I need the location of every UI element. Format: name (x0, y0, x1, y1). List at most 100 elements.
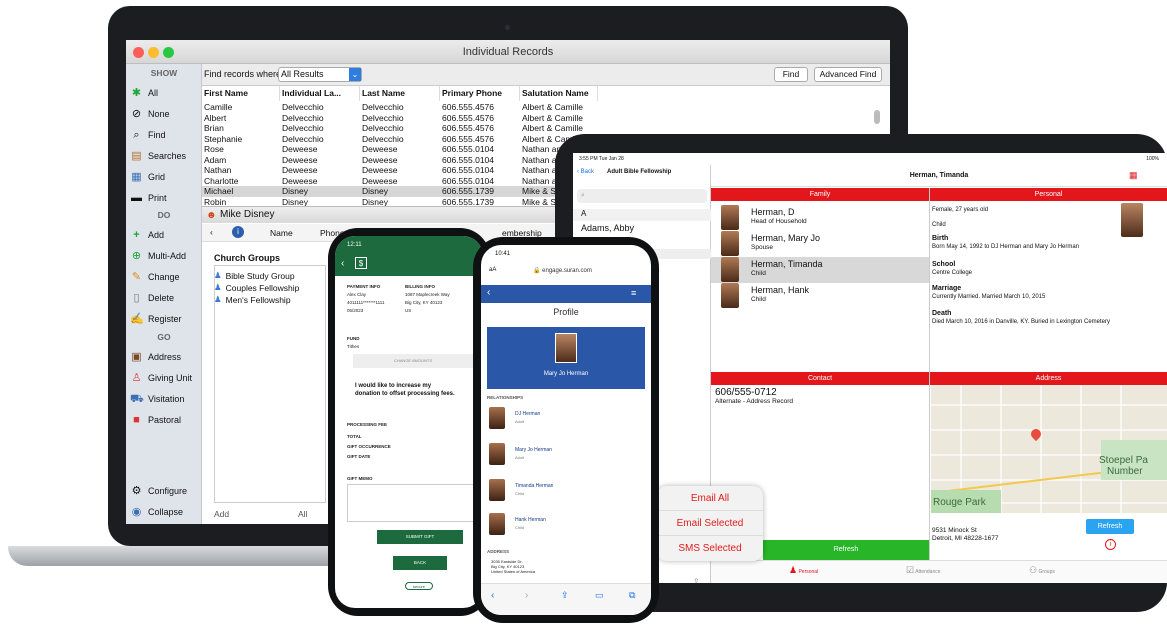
family-member[interactable]: Herman, Hank Child (713, 283, 928, 309)
status-time: 12:11 (347, 242, 362, 248)
grid-menu-icon[interactable]: ▦ (1129, 170, 1139, 180)
sidebar-item-print[interactable]: ▬ Print (130, 189, 202, 207)
sms-selected-button[interactable]: SMS Selected (657, 536, 763, 561)
column-header[interactable]: First Name (202, 86, 280, 101)
contact-phone[interactable]: 606/555-0712 (715, 387, 777, 398)
billing-country: US (405, 308, 412, 313)
sidebar-item-change[interactable]: ✎ Change (130, 268, 202, 286)
chevron-left-icon[interactable]: ‹ (210, 227, 213, 237)
back-arrow-icon[interactable]: ‹ (491, 590, 494, 601)
print-icon: ▬ (131, 191, 142, 204)
sidebar-item-multi-add[interactable]: ⊕ Multi-Add (130, 247, 202, 265)
relation-name[interactable]: Timanda Herman (515, 483, 553, 489)
bookmarks-icon[interactable]: ▭ (595, 590, 604, 601)
all-button[interactable]: All (298, 509, 307, 519)
back-button[interactable]: BACK (393, 556, 447, 570)
sidebar-item-address[interactable]: ▣ Address (130, 348, 202, 366)
sidebar-item-configure[interactable]: ⚙ Configure (130, 482, 202, 500)
info-icon[interactable]: i (1105, 539, 1116, 550)
submit-gift-button[interactable]: SUBMIT GIFT (377, 530, 463, 544)
change-amounts-button[interactable]: CHANGE AMOUNTS (353, 354, 473, 368)
sidebar-item-pastoral[interactable]: ■ Pastoral (130, 411, 202, 429)
person-icon: ☻ (206, 210, 217, 221)
info-icon[interactable]: i (232, 226, 244, 238)
billing-addr2: Big City, KY 40123 (405, 300, 443, 305)
sidebar-item-find[interactable]: ⌕ Find (130, 126, 202, 144)
find-button[interactable]: Find (774, 67, 808, 82)
menu-icon[interactable]: ≡ (631, 288, 636, 298)
email-all-button[interactable]: Email All (657, 486, 763, 511)
share-icon[interactable]: ⇪ (561, 590, 569, 601)
table-cell: 606.555.1739 (442, 186, 494, 196)
column-header[interactable]: Individual La... (280, 86, 360, 101)
forward-arrow-icon[interactable]: › (525, 590, 528, 601)
asterisk-icon: ✱ (131, 86, 142, 99)
sidebar-item-none[interactable]: ⊘ None (130, 105, 202, 123)
relation-name[interactable]: Mary Jo Herman (515, 447, 552, 453)
family-role: Child (751, 296, 766, 303)
table-cell: 606.555.0104 (442, 144, 494, 154)
chevron-left-icon[interactable]: ‹ (341, 258, 344, 269)
person-icon: ♟ (789, 565, 798, 575)
url-field[interactable]: 🔒 engage.suran.com (533, 267, 592, 274)
tab-attendance[interactable]: ☑ Attendance (906, 565, 941, 576)
minimize-window-button[interactable] (148, 47, 159, 58)
table-row[interactable]: Brian Delvecchio Delvecchio 606.555.4576 Alb… (202, 123, 672, 134)
relation-name[interactable]: Hank Herman (515, 517, 546, 523)
sidebar-item-grid[interactable]: ▦ Grid (130, 168, 202, 186)
column-header[interactable]: Salutation Name (520, 86, 598, 101)
address-map[interactable]: Stoepel Pa Number Rouge Park (931, 385, 1167, 513)
multi-add-icon: ⊕ (131, 249, 142, 262)
family-role: Child (751, 270, 766, 277)
gift-memo-input[interactable] (347, 484, 477, 522)
profile-name: Mary Jo Herman (543, 371, 589, 377)
sidebar-label: Find (148, 130, 166, 140)
payer-name: Alex Clay (347, 292, 367, 297)
relation-name[interactable]: DJ Herman (515, 411, 540, 417)
sidebar-item-all[interactable]: ✱ All (130, 84, 202, 102)
zoom-window-button[interactable] (163, 47, 174, 58)
action-sheet: Email All Email Selected SMS Selected (657, 486, 763, 561)
column-header[interactable]: Primary Phone (440, 86, 520, 101)
sidebar-item-add[interactable]: + Add (130, 226, 202, 244)
find-select[interactable]: All Results ⌄ (278, 67, 362, 82)
family-member[interactable]: Herman, Mary Jo Spouse (713, 231, 928, 257)
window-titlebar: Individual Records (126, 40, 890, 64)
tab-name[interactable]: Name (270, 228, 293, 238)
family-member-selected[interactable]: Herman, Timanda Child (711, 257, 929, 283)
column-header[interactable]: Last Name (360, 86, 440, 101)
refresh-button[interactable]: Refresh (1086, 519, 1134, 534)
sidebar-item-giving-unit[interactable]: ♙ Giving Unit (130, 369, 202, 387)
table-row[interactable]: Camille Delvecchio Delvecchio 606.555.4576 A… (202, 102, 672, 113)
close-window-button[interactable] (133, 47, 144, 58)
tab-personal[interactable]: ♟ Personal (789, 565, 818, 576)
sidebar-item-register[interactable]: ✍ Register (130, 310, 202, 328)
back-button[interactable]: ‹ Back (577, 169, 594, 175)
add-button[interactable]: Add (214, 509, 229, 519)
text-size-button[interactable]: aA (489, 267, 496, 273)
refresh-bar[interactable]: Refresh (763, 540, 929, 560)
tab-bar: ♟ Personal ☑ Attendance ⚇ Groups (711, 560, 1167, 583)
sidebar-item-delete[interactable]: ▯ Delete (130, 289, 202, 307)
email-selected-button[interactable]: Email Selected (657, 511, 763, 536)
table-row[interactable]: Albert Delvecchio Delvecchio 606.555.4576 Al… (202, 113, 672, 124)
giving-header: 12:11 ‹ $ (335, 236, 483, 276)
sidebar-item-searches[interactable]: ▤ Searches (130, 147, 202, 165)
list-item[interactable]: Adams, Abby (581, 223, 634, 233)
chevron-left-icon[interactable]: ‹ (487, 287, 490, 298)
sidebar-show-header: SHOW (150, 68, 178, 78)
sidebar-item-collapse[interactable]: ◉ Collapse (130, 503, 202, 521)
table-cell: Delvecchio (362, 123, 404, 133)
share-icon[interactable]: ⇪ (693, 577, 700, 583)
profile-photo[interactable] (1121, 203, 1143, 237)
tabs-icon[interactable]: ⧉ (629, 590, 635, 601)
table-scrollbar[interactable] (874, 110, 880, 124)
list-search[interactable]: ⌕ (577, 189, 707, 203)
table-cell: Deweese (362, 154, 398, 165)
family-member[interactable]: Herman, D Head of Household (713, 205, 928, 231)
tab-groups[interactable]: ⚇ Groups (1029, 565, 1055, 576)
sidebar-item-visitation[interactable]: ⛟ Visitation (130, 390, 202, 408)
advanced-find-button[interactable]: Advanced Find (814, 67, 882, 82)
avatar (721, 283, 739, 308)
searches-icon: ▤ (131, 149, 142, 162)
